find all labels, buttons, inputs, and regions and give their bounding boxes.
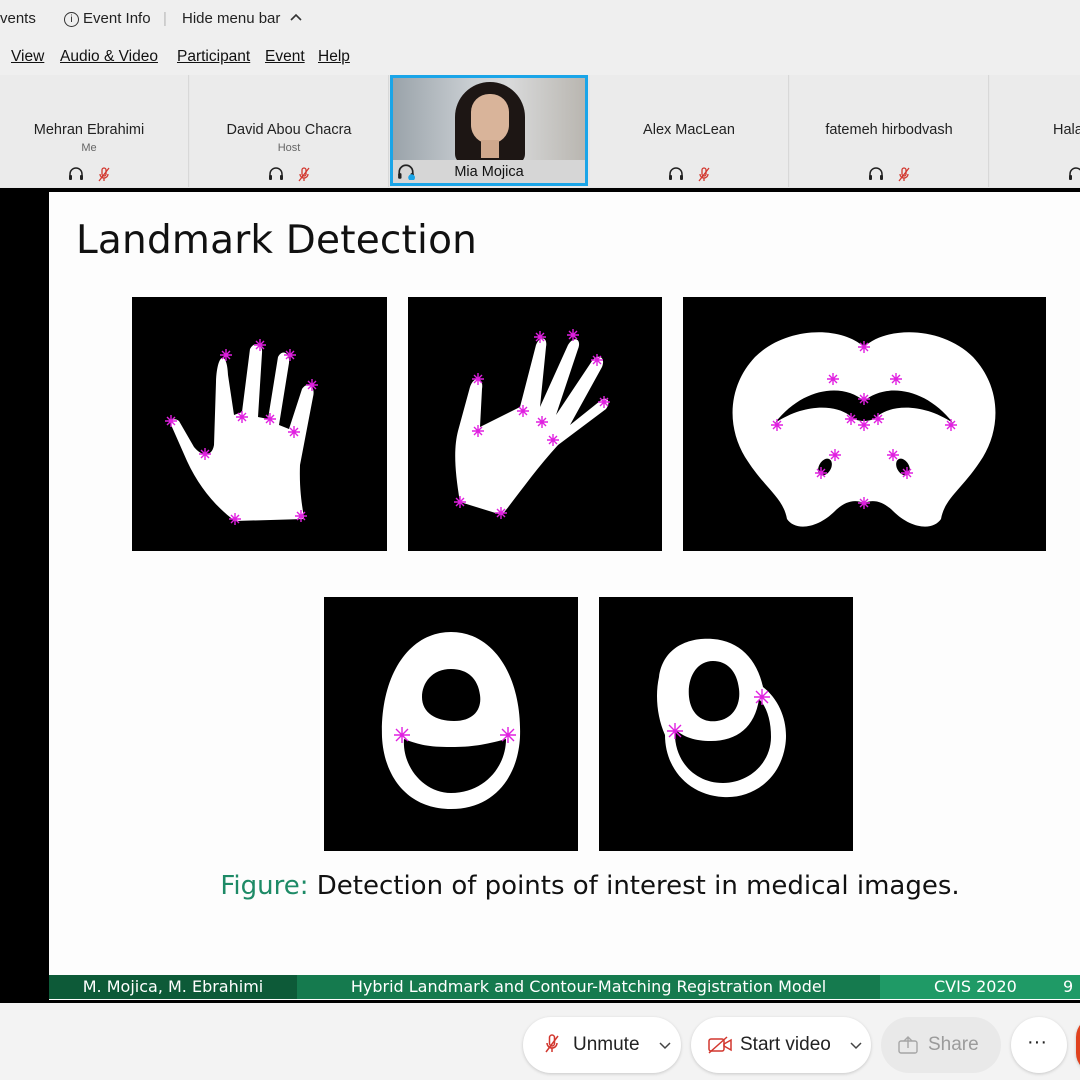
slide-title: Landmark Detection [76,218,478,263]
figure-caption: Figure: Detection of points of interest … [0,871,1080,901]
participant-name: David Abou Chacra [226,122,352,138]
video-off-icon [708,1036,732,1054]
slide-footer: M. Mojica, M. Ebrahimi Hybrid Landmark a… [49,975,1080,999]
participant-name: Alex MacLean [643,122,735,138]
headset-icon [269,167,284,181]
headset-icon [1069,167,1080,181]
menu-bar: View Audio & Video Participant Event Hel… [0,40,1080,75]
caption-text: Detection of points of interest in medic… [316,871,960,901]
more-icon: ··· [1027,1031,1047,1053]
divider: | [163,10,167,27]
share-label: Share [928,1034,979,1055]
participant-strip: Mehran Ebrahimi Me David Abou Chacra Hos… [0,75,1080,188]
menu-audio-video[interactable]: Audio & Video [60,48,158,66]
chevron-down-icon[interactable] [850,1042,862,1050]
figure-ring-deformed [599,597,853,851]
mic-muted-icon [545,1034,559,1053]
more-options-button[interactable]: ··· [1011,1017,1067,1073]
participant-tile[interactable]: David Abou Chacra Host [190,75,389,187]
footer-talk-title: Hybrid Landmark and Contour-Matching Reg… [297,975,880,999]
events-menu[interactable]: vents [0,10,36,27]
menu-participant[interactable]: Participant [177,48,250,66]
leave-meeting-button[interactable] [1076,1017,1080,1073]
participant-name: Hala [1053,122,1080,138]
participant-tile[interactable]: fatemeh hirbodvash [790,75,989,187]
start-video-label: Start video [740,1034,831,1055]
participant-tile[interactable]: Alex MacLean [590,75,789,187]
menu-event[interactable]: Event [265,48,305,66]
footer-page-number: 9 [1063,977,1074,996]
figure-ring-original [324,597,578,851]
chevron-down-icon[interactable] [659,1042,671,1050]
participant-role: Host [277,142,301,154]
figure-hand-open [132,297,387,551]
chevron-up-icon [289,13,302,21]
meeting-toolbar: Unmute Start video Share ··· [0,1003,1080,1080]
menu-help[interactable]: Help [318,48,350,66]
footer-venue: CVIS 2020 [934,977,1017,996]
unmute-label: Unmute [573,1034,640,1055]
share-icon [898,1036,918,1054]
start-video-button[interactable]: Start video [691,1017,871,1073]
participant-role: Me [81,142,97,154]
footer-authors: M. Mojica, M. Ebrahimi [49,975,297,999]
mic-muted-icon [98,167,110,182]
hide-menu-bar-label: Hide menu bar [182,10,281,27]
share-button[interactable]: Share [881,1017,1001,1073]
active-speaker-tile[interactable]: Mia Mojica [390,75,588,186]
figure-hand-deformed [408,297,662,551]
mic-muted-icon [698,167,710,182]
hide-menu-bar-button[interactable]: Hide menu bar [182,10,303,27]
participant-name: fatemeh hirbodvash [825,122,953,138]
headset-icon [669,167,684,181]
headset-icon [69,167,84,181]
info-icon: i [64,12,79,27]
event-info-label: Event Info [83,10,151,27]
caption-label: Figure: [220,871,309,901]
top-bar: vents i Event Info | Hide menu bar [0,0,1080,40]
mic-muted-icon [298,167,310,182]
headset-icon [869,167,884,181]
figure-brain-slice [683,297,1046,551]
participant-name: Mehran Ebrahimi [33,122,145,138]
mic-muted-icon [898,167,910,182]
event-info-button[interactable]: i Event Info [64,10,151,27]
participant-tile[interactable]: Mehran Ebrahimi Me [0,75,189,187]
participant-tile[interactable]: Hala [990,75,1080,187]
unmute-button[interactable]: Unmute [523,1017,681,1073]
participant-name: Mia Mojica [454,164,524,180]
menu-view[interactable]: View [11,48,44,66]
